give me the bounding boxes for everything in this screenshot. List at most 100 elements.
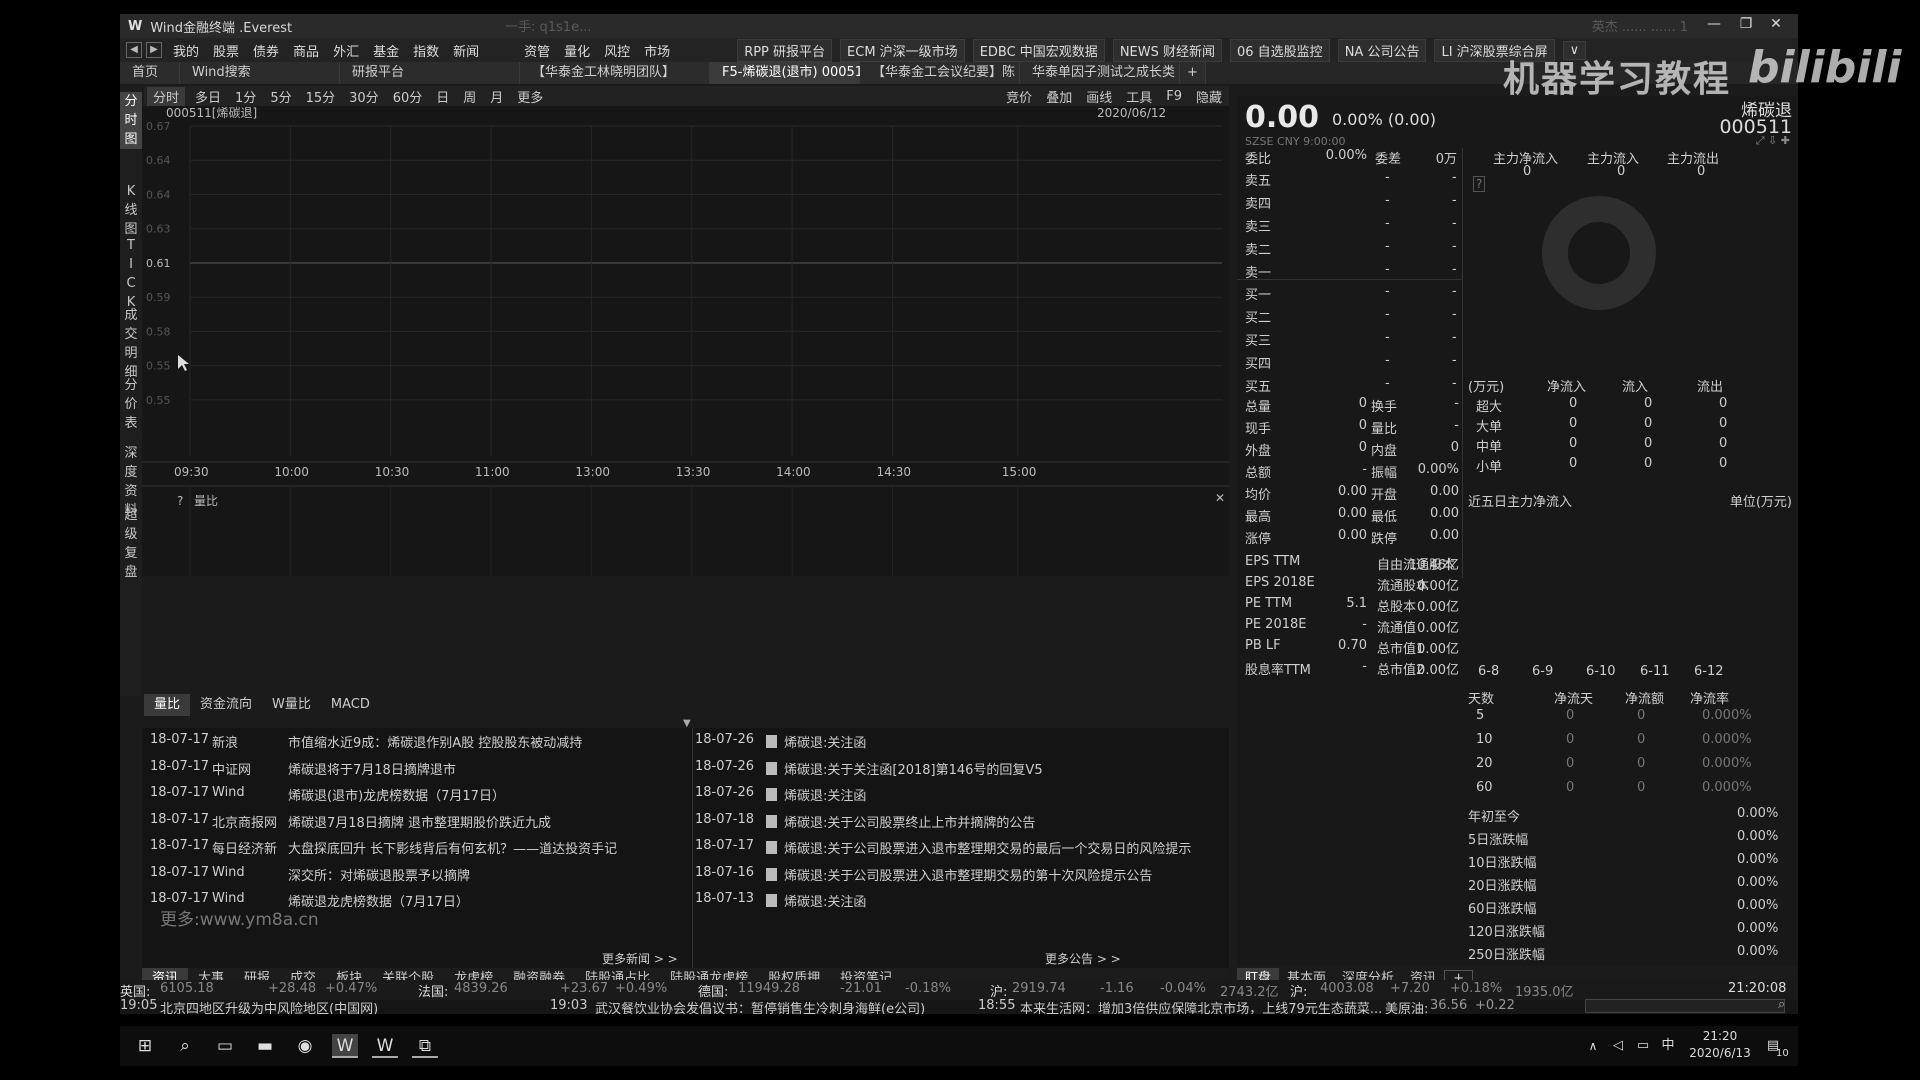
period-0[interactable]: 分时 <box>147 86 186 106</box>
notice-title[interactable]: 烯碳退:关注函 <box>784 891 866 910</box>
task-view-icon[interactable]: ▭ <box>212 1034 238 1058</box>
price-chart[interactable]: 000511[烯碳退] 2020/06/12 0.670.640.640.630… <box>142 106 1229 576</box>
period-4[interactable]: 15分 <box>306 87 336 106</box>
period-1[interactable]: 多日 <box>195 87 221 106</box>
minimize-button[interactable]: — <box>1700 16 1728 36</box>
restore-button[interactable]: ❐ <box>1732 16 1760 36</box>
menu-item[interactable]: 指数 <box>413 41 439 60</box>
sidenav-item-4[interactable]: 分价表 <box>120 376 142 433</box>
news-title[interactable]: 烯碳退(退市)龙虎榜数据（7月17日） <box>288 785 505 804</box>
news-title[interactable]: 大盘探底回升 长下影线背后有何玄机？——道达投资手记 <box>288 838 617 857</box>
period-7[interactable]: 日 <box>436 87 449 106</box>
network-icon[interactable]: ▭ <box>1630 1034 1656 1058</box>
menu-item[interactable]: 我的 <box>173 41 199 60</box>
news-title[interactable]: 深交所：对烯碳退股票予以摘牌 <box>288 865 470 884</box>
indicator-tab-1[interactable]: 资金流向 <box>190 694 262 716</box>
menu-item[interactable]: 资管 <box>524 41 550 60</box>
more-notices-link[interactable]: 更多公告 > > <box>1045 950 1121 967</box>
chart-tool-5[interactable]: 隐藏 <box>1196 87 1222 106</box>
sidenav-item-3[interactable]: 成交明细 <box>120 306 142 382</box>
news-title[interactable]: 烯碳退7月18日摘牌 退市整理期股价跌近九成 <box>288 812 551 831</box>
clock-time[interactable]: 21:20 <box>1690 1029 1750 1043</box>
menu-item[interactable]: 外汇 <box>333 41 359 60</box>
notice-title[interactable]: 烯碳退:关于关注函[2018]第146号的回复V5 <box>784 759 1043 778</box>
chart-tool-1[interactable]: 叠加 <box>1046 87 1072 106</box>
period-8[interactable]: 周 <box>463 87 476 106</box>
indicator-tab-3[interactable]: MACD <box>321 694 380 716</box>
wind-app-2-icon[interactable]: W <box>372 1034 398 1058</box>
close-button[interactable]: ✕ <box>1762 16 1790 36</box>
shortcut-button[interactable]: NEWS 财经新闻 <box>1112 38 1222 62</box>
search-input[interactable] <box>1585 999 1785 1013</box>
menu-item[interactable]: 商品 <box>293 41 319 60</box>
sidenav-item-0[interactable]: 分时图 <box>120 92 142 149</box>
chart-tool-0[interactable]: 竞价 <box>1006 87 1032 106</box>
menu-item[interactable]: 基金 <box>373 41 399 60</box>
chart-tool-3[interactable]: 工具 <box>1126 87 1152 106</box>
notice-title[interactable]: 烯碳退:关注函 <box>784 785 866 804</box>
shortcut-button[interactable]: 06 自选股监控 <box>1230 38 1330 62</box>
menu-item[interactable]: 债券 <box>253 41 279 60</box>
ticker-cell[interactable]: 法国: <box>418 981 448 1000</box>
add-tab-icon[interactable]: + <box>1180 62 1206 84</box>
chart-tool-2[interactable]: 画线 <box>1086 87 1112 106</box>
wind-app-icon[interactable]: W <box>332 1034 358 1058</box>
menu-item[interactable]: 风控 <box>604 41 630 60</box>
period-2[interactable]: 1分 <box>235 87 256 106</box>
chart-tool-4[interactable]: F9 <box>1166 89 1182 104</box>
clock-date[interactable]: 2020/6/13 <box>1680 1046 1760 1060</box>
news-title[interactable]: 市值缩水近9成：烯碳退作别A股 控股股东被动减持 <box>288 732 582 751</box>
notice-title[interactable]: 烯碳退:关注函 <box>784 732 866 751</box>
remote-desktop-icon[interactable]: ⧉ <box>412 1034 438 1058</box>
panel-controls-icon[interactable]: ⤢ ⇩ ✚ <box>1756 134 1790 148</box>
notice-title[interactable]: 烯碳退:关于公司股票进入退市整理期交易的最后一个交易日的风险提示 <box>784 838 1191 857</box>
sidenav-item-6[interactable]: 超级复盘 <box>120 506 142 582</box>
shortcut-button[interactable]: RPP 研报平台 <box>737 38 833 62</box>
notice-title[interactable]: 烯碳退:关于公司股票进入退市整理期交易的第十次风险提示公告 <box>784 865 1152 884</box>
shortcut-button[interactable]: EDBC 中国宏观数据 <box>972 38 1105 62</box>
tab-2[interactable]: 研报平台 <box>340 62 520 84</box>
period-3[interactable]: 5分 <box>270 87 291 106</box>
menu-item[interactable]: 量化 <box>564 41 590 60</box>
stat-label: 现手 <box>1245 422 1272 437</box>
sidenav-item-1[interactable]: K线图 <box>120 182 142 239</box>
shortcut-button[interactable]: NA 公司公告 <box>1337 38 1427 62</box>
price-chart-area[interactable]: 000511[烯碳退] 2020/06/12 0.67 0.64 0.64 0.63 0… <box>142 106 1229 576</box>
status-news-1[interactable]: 北京四地区升级为中风险地区(中国网) <box>160 998 378 1014</box>
browser-icon[interactable]: ◉ <box>292 1034 318 1058</box>
menu-item[interactable]: 市场 <box>644 41 670 60</box>
tab-6[interactable]: 华泰单因子测试之成长类 <box>1020 62 1180 84</box>
status-news-2[interactable]: 武汉餐饮业协会发倡议书：暂停销售生冷刺身海鲜(e公司) <box>595 998 925 1014</box>
search-icon[interactable]: ⌕ <box>172 1034 198 1058</box>
status-news-3[interactable]: 本来生活网：增加3倍供应保障北京市场，上线79元生态蔬菜... <box>1020 998 1382 1014</box>
menu-item[interactable]: 股票 <box>213 41 239 60</box>
menu-item[interactable]: 新闻 <box>453 41 479 60</box>
period-9[interactable]: 月 <box>490 87 503 106</box>
news-title[interactable]: 烯碳退将于7月18日摘牌退市 <box>288 759 456 778</box>
sidenav-item-2[interactable]: TICK <box>120 236 142 312</box>
tab-3[interactable]: 【华泰金工林晓明团队】 <box>520 62 710 84</box>
file-explorer-icon[interactable]: ▬ <box>252 1034 278 1058</box>
tab-4[interactable]: F5-烯碳退(退市) 000511. <box>710 62 875 84</box>
notice-title[interactable]: 烯碳退:关于公司股票终止上市并摘牌的公告 <box>784 812 1035 831</box>
back-arrow-icon[interactable]: ◀ <box>126 42 142 58</box>
ime-indicator[interactable]: 中 <box>1655 1034 1681 1058</box>
forward-arrow-icon[interactable]: ▶ <box>146 42 162 58</box>
flow-help-icon[interactable]: ? <box>1473 176 1486 192</box>
more-news-link[interactable]: 更多新闻 > > <box>602 950 678 967</box>
tab-0[interactable]: 首页 <box>120 62 180 84</box>
windows-start-icon[interactable]: ⊞ <box>132 1034 158 1058</box>
period-5[interactable]: 30分 <box>349 87 379 106</box>
tab-5[interactable]: 【华泰金工会议纪要】陈 <box>860 62 1020 84</box>
period-6[interactable]: 60分 <box>393 87 423 106</box>
shortcut-button[interactable]: ECM 沪深一级市场 <box>840 38 965 62</box>
tab-1[interactable]: Wind搜索 <box>180 62 340 84</box>
indicator-tab-0[interactable]: 量比 <box>144 694 191 716</box>
search-icon[interactable]: ⌕ <box>1778 997 1785 1012</box>
close-volume-icon[interactable]: ✕ <box>1215 491 1225 505</box>
tray-arrow-icon[interactable]: ∧ <box>1580 1034 1606 1058</box>
volume-icon[interactable]: ◁ <box>1605 1034 1631 1058</box>
volume-help-icon[interactable]: ? <box>177 494 183 508</box>
period-10[interactable]: 更多 <box>517 87 543 106</box>
indicator-tab-2[interactable]: W量比 <box>262 694 321 716</box>
